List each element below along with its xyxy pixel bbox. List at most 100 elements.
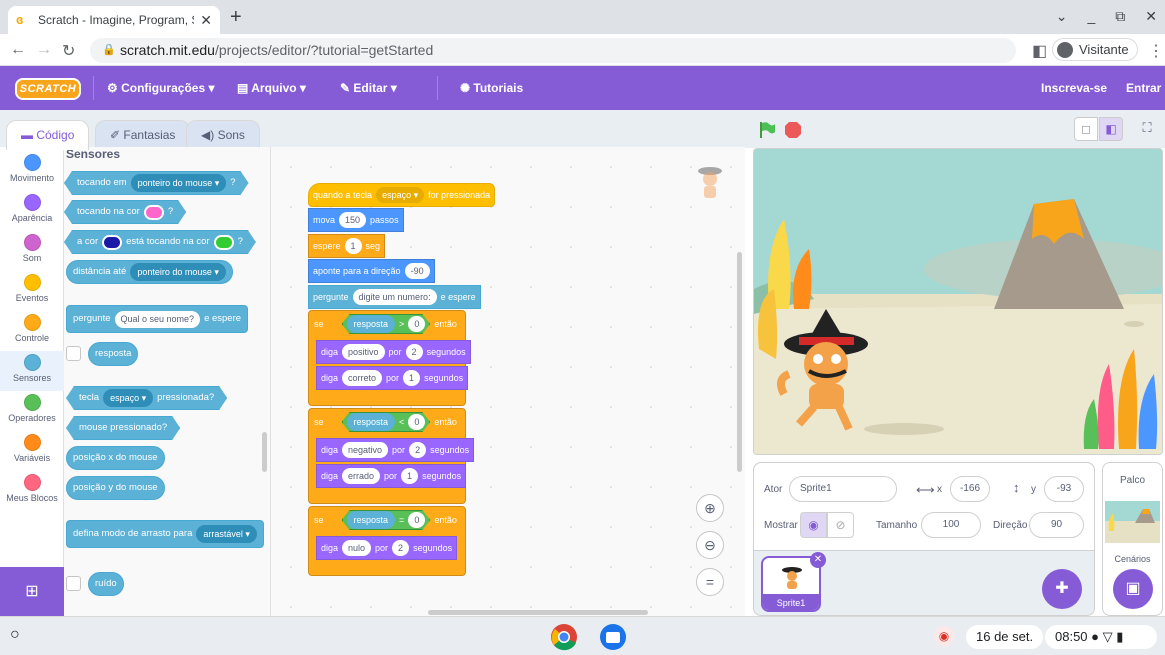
category-variables[interactable]: Variáveis (0, 431, 64, 471)
x-position-field[interactable]: -166 (950, 476, 990, 502)
category-my-blocks[interactable]: Meus Blocos (0, 471, 64, 511)
script-ask-block[interactable]: pergunte digite um numero: e espere (308, 285, 481, 309)
block-color-touching-color[interactable]: a cor está tocando na cor ? (64, 230, 256, 254)
screen-record-icon[interactable]: ◉ (934, 626, 954, 646)
block-mouse-x[interactable]: posição x do mouse (66, 446, 165, 470)
close-window-icon[interactable]: ✕ (1145, 8, 1157, 25)
stage-canvas[interactable] (753, 148, 1163, 455)
tab-sounds[interactable]: ◀) Sons (186, 120, 260, 150)
color-swatch[interactable] (102, 235, 122, 250)
color-swatch[interactable] (214, 235, 234, 250)
block-input[interactable]: 2 (409, 442, 427, 458)
category-control[interactable]: Controle (0, 311, 64, 351)
minimize-icon[interactable]: _ (1087, 8, 1095, 25)
answer-checkbox[interactable] (66, 346, 81, 361)
block-input[interactable]: negativo (342, 442, 389, 458)
block-touching-color[interactable]: tocando na cor ? (64, 200, 186, 224)
new-tab-icon[interactable]: + (230, 6, 242, 29)
block-input[interactable]: 0 (408, 414, 425, 430)
files-icon[interactable] (599, 623, 627, 651)
say-block[interactable]: diga positivo por 2 segundos (316, 340, 471, 364)
chrome-icon[interactable] (550, 623, 578, 651)
category-motion[interactable]: Movimento (0, 151, 64, 191)
block-input[interactable]: positivo (342, 344, 385, 360)
backdrop-thumbnail[interactable] (1105, 501, 1160, 543)
block-mouse-down[interactable]: mouse pressionado? (66, 416, 180, 440)
status-tray[interactable]: 08:50 ● ▽ ▮ (1045, 625, 1157, 649)
block-input[interactable]: 2 (392, 540, 410, 556)
block-key-pressed[interactable]: tecla espaço ▾ pressionada? (66, 386, 227, 410)
block-touching[interactable]: tocando em ponteiro do mouse ▾ ? (64, 171, 249, 195)
address-bar[interactable]: 🔒 scratch.mit.edu/projects/editor/?tutor… (90, 38, 1016, 63)
reporter-answer[interactable]: resposta (347, 511, 396, 529)
reporter-answer[interactable]: resposta (347, 413, 396, 431)
stop-icon[interactable] (783, 120, 803, 140)
block-dropdown[interactable]: ponteiro do mouse ▾ (130, 263, 226, 281)
block-input[interactable]: 0 (408, 512, 425, 528)
tutorials-button[interactable]: ✺ Tutoriais (460, 66, 523, 110)
category-operators[interactable]: Operadores (0, 391, 64, 431)
normal-stage-button[interactable]: ◧ (1099, 117, 1123, 141)
block-input[interactable]: 1 (401, 468, 419, 484)
sign-in-link[interactable]: Entrar (1126, 66, 1161, 110)
block-answer[interactable]: resposta (88, 342, 139, 366)
script-point-direction-block[interactable]: aponte para a direção -90 (308, 259, 435, 283)
reporter-answer[interactable]: resposta (347, 315, 396, 333)
block-input[interactable]: Qual o seu nome? (114, 310, 201, 328)
block-input[interactable]: 1 (344, 238, 362, 254)
code-vertical-scrollbar[interactable] (737, 252, 742, 472)
say-block[interactable]: diga negativo por 2 segundos (316, 438, 475, 462)
code-area[interactable]: quando a tecla espaço ▾ for pressionada … (271, 147, 745, 616)
profile-button[interactable]: Visitante (1052, 38, 1138, 61)
category-events[interactable]: Eventos (0, 271, 64, 311)
block-dropdown[interactable]: espaço ▾ (103, 389, 153, 407)
tab-costumes[interactable]: ✐ Fantasias (95, 120, 191, 150)
zoom-reset-button[interactable]: = (696, 568, 724, 596)
block-dropdown[interactable]: ponteiro do mouse ▾ (131, 174, 227, 192)
block-input[interactable]: digite um numero: (352, 289, 437, 305)
launcher-icon[interactable]: ○ (10, 626, 20, 644)
block-distance-to[interactable]: distância até ponteiro do mouse ▾ (66, 260, 233, 284)
tab-search-icon[interactable]: ⌄ (1056, 8, 1068, 25)
block-input[interactable]: correto (342, 370, 383, 386)
say-block[interactable]: diga correto por 1 segundos (316, 366, 469, 390)
back-icon[interactable]: ← (10, 41, 26, 59)
color-swatch[interactable] (144, 205, 164, 220)
restore-icon[interactable]: ⧉ (1115, 8, 1125, 25)
block-input[interactable]: -90 (404, 263, 430, 279)
block-mouse-y[interactable]: posição y do mouse (66, 476, 165, 500)
block-input[interactable]: 1 (403, 370, 421, 386)
add-sprite-button[interactable]: ✚ (1042, 569, 1082, 609)
size-field[interactable]: 100 (921, 512, 981, 538)
show-hidden-button[interactable]: ⊘ (827, 512, 854, 538)
palette-scrollbar[interactable] (262, 432, 267, 472)
close-tab-icon[interactable]: ✕ (200, 12, 212, 29)
direction-field[interactable]: 90 (1029, 512, 1084, 538)
condition-gt[interactable]: resposta > 0 (342, 314, 431, 334)
condition-eq[interactable]: resposta = 0 (342, 510, 431, 530)
forward-icon[interactable]: → (36, 41, 52, 59)
block-input[interactable]: errado (342, 468, 381, 484)
condition-lt[interactable]: resposta < 0 (342, 412, 431, 432)
sidepanel-icon[interactable]: ◧ (1032, 41, 1047, 61)
block-input[interactable]: nulo (342, 540, 372, 556)
block-input[interactable]: 2 (405, 344, 423, 360)
stage-target-pane[interactable]: Palco Cenários ▣ (1102, 462, 1163, 616)
add-backdrop-button[interactable]: ▣ (1113, 569, 1153, 609)
block-input[interactable]: 0 (408, 316, 425, 332)
block-set-drag-mode[interactable]: defina modo de arrasto para arrastável ▾ (66, 520, 264, 548)
say-block[interactable]: diga errado por 1 segundos (316, 464, 467, 488)
zoom-in-button[interactable]: ⊕ (696, 494, 724, 522)
add-extension-button[interactable]: ⊞ (0, 567, 64, 616)
date-tray[interactable]: 16 de set. (966, 625, 1044, 649)
code-horizontal-scrollbar[interactable] (428, 610, 648, 615)
zoom-out-button[interactable]: ⊖ (696, 531, 724, 559)
block-dropdown[interactable]: arrastável ▾ (196, 525, 257, 543)
settings-menu[interactable]: ⚙ Configurações ▾ (107, 66, 214, 110)
block-dropdown[interactable]: espaço ▾ (376, 187, 425, 203)
category-sound[interactable]: Som (0, 231, 64, 271)
block-input[interactable]: 150 (339, 212, 367, 228)
scratch-logo[interactable]: SCRATCH (15, 78, 81, 100)
sprite-name-field[interactable]: Sprite1 (789, 476, 897, 502)
reload-icon[interactable]: ↻ (62, 41, 75, 61)
